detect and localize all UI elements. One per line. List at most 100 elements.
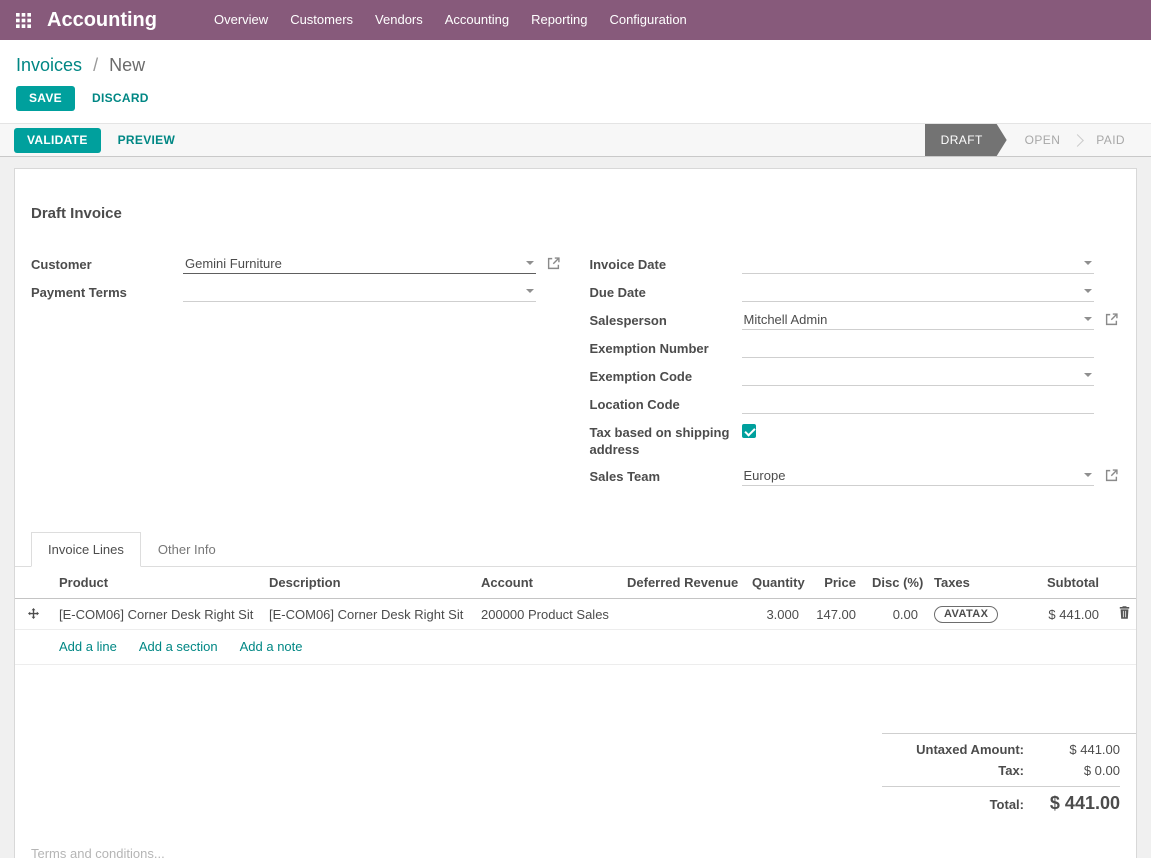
- status-draft[interactable]: DRAFT: [925, 124, 1007, 156]
- cell-product[interactable]: [E-COM06] Corner Desk Right Sit: [51, 599, 261, 630]
- field-exemption-code: Exemption Code: [590, 366, 1121, 386]
- cell-subtotal: $ 441.00: [1021, 599, 1107, 630]
- dropdown-caret-icon[interactable]: [1084, 473, 1092, 477]
- customer-label: Customer: [31, 254, 183, 274]
- form-left-column: Customer Gemini Furniture: [31, 254, 562, 494]
- add-a-line-link[interactable]: Add a line: [59, 639, 117, 654]
- document-title: Draft Invoice: [31, 205, 1120, 222]
- notebook-tabs: Invoice Lines Other Info: [15, 532, 1136, 567]
- form-statusbar: VALIDATE PREVIEW DRAFT OPEN PAID: [0, 123, 1151, 157]
- discard-button[interactable]: DISCARD: [79, 86, 162, 111]
- dropdown-caret-icon[interactable]: [526, 289, 534, 293]
- terms-and-conditions-input[interactable]: Terms and conditions...: [15, 822, 1136, 858]
- tab-invoice-lines[interactable]: Invoice Lines: [31, 532, 141, 567]
- lines-header-row: Product Description Account Deferred Rev…: [15, 567, 1137, 599]
- dropdown-caret-icon[interactable]: [1084, 261, 1092, 265]
- breadcrumb-current: New: [109, 55, 145, 75]
- cell-deferred-revenue[interactable]: [619, 599, 744, 630]
- cell-disc[interactable]: 0.00: [864, 599, 926, 630]
- external-link-icon[interactable]: [1105, 469, 1118, 482]
- invoice-date-label: Invoice Date: [590, 254, 742, 274]
- nav-item-overview[interactable]: Overview: [203, 0, 279, 40]
- col-taxes: Taxes: [926, 567, 1021, 599]
- add-a-note-link[interactable]: Add a note: [240, 639, 303, 654]
- preview-button[interactable]: PREVIEW: [105, 128, 188, 153]
- breadcrumb: Invoices / New: [16, 54, 1135, 76]
- col-price: Price: [807, 567, 864, 599]
- exemption-number-value: [744, 339, 1093, 356]
- top-navbar: Accounting Overview Customers Vendors Ac…: [0, 0, 1151, 40]
- due-date-input[interactable]: [742, 282, 1095, 302]
- field-location-code: Location Code: [590, 394, 1121, 414]
- nav-item-accounting[interactable]: Accounting: [434, 0, 520, 40]
- customer-value: Gemini Furniture: [185, 255, 520, 272]
- breadcrumb-invoices-link[interactable]: Invoices: [16, 55, 82, 75]
- notebook: Invoice Lines Other Info Product Descrip…: [15, 532, 1136, 822]
- external-link-icon[interactable]: [1105, 313, 1118, 326]
- nav-item-configuration[interactable]: Configuration: [598, 0, 697, 40]
- field-customer: Customer Gemini Furniture: [31, 254, 562, 274]
- cell-quantity[interactable]: 3.000: [744, 599, 807, 630]
- nav-item-reporting[interactable]: Reporting: [520, 0, 598, 40]
- form-right-column: Invoice Date Due Date: [590, 254, 1121, 494]
- exemption-code-input[interactable]: [742, 366, 1095, 386]
- invoice-lines-table: Product Description Account Deferred Rev…: [15, 567, 1137, 630]
- drag-handle-icon[interactable]: [28, 607, 39, 622]
- external-link-icon[interactable]: [547, 257, 560, 270]
- nav-item-customers[interactable]: Customers: [279, 0, 364, 40]
- invoice-date-input[interactable]: [742, 254, 1095, 274]
- total-row: Total: $ 441.00: [882, 786, 1120, 817]
- field-invoice-date: Invoice Date: [590, 254, 1121, 274]
- untaxed-amount-label: Untaxed Amount:: [916, 742, 1024, 757]
- cell-account[interactable]: 200000 Product Sales: [473, 599, 619, 630]
- validate-button[interactable]: VALIDATE: [14, 128, 101, 153]
- status-paid[interactable]: PAID: [1078, 124, 1143, 156]
- nav-item-vendors[interactable]: Vendors: [364, 0, 434, 40]
- exemption-number-label: Exemption Number: [590, 338, 742, 358]
- delete-line-icon[interactable]: [1119, 607, 1130, 622]
- col-deferred-revenue: Deferred Revenue: [619, 567, 744, 599]
- due-date-label: Due Date: [590, 282, 742, 302]
- apps-grid-icon[interactable]: [16, 13, 31, 28]
- untaxed-amount-value: $ 441.00: [1038, 742, 1120, 757]
- add-a-section-link[interactable]: Add a section: [139, 639, 218, 654]
- tax-shipping-checkbox[interactable]: [742, 424, 756, 438]
- col-subtotal: Subtotal: [1021, 567, 1107, 599]
- statusbar-actions: VALIDATE PREVIEW: [14, 124, 188, 156]
- customer-input[interactable]: Gemini Furniture: [183, 254, 536, 274]
- sales-team-input[interactable]: Europe: [742, 466, 1095, 486]
- cell-description[interactable]: [E-COM06] Corner Desk Right Sit: [261, 599, 473, 630]
- trash-column-header: [1107, 567, 1137, 599]
- control-panel: Invoices / New SAVE DISCARD: [0, 40, 1151, 123]
- total-value: $ 441.00: [1038, 793, 1120, 814]
- salesperson-input[interactable]: Mitchell Admin: [742, 310, 1095, 330]
- cell-taxes[interactable]: AVATAX: [926, 599, 1021, 630]
- tax-shipping-label: Tax based on shipping address: [590, 422, 742, 458]
- tax-badge[interactable]: AVATAX: [934, 606, 998, 623]
- dropdown-caret-icon[interactable]: [1084, 289, 1092, 293]
- invoice-form-sheet: Draft Invoice Customer Gemini Furniture: [14, 168, 1137, 858]
- col-product: Product: [51, 567, 261, 599]
- col-quantity: Quantity: [744, 567, 807, 599]
- cell-price[interactable]: 147.00: [807, 599, 864, 630]
- payment-terms-input[interactable]: [183, 282, 536, 302]
- status-open[interactable]: OPEN: [1007, 124, 1079, 156]
- tax-row: Tax: $ 0.00: [882, 760, 1120, 781]
- dropdown-caret-icon[interactable]: [1084, 373, 1092, 377]
- field-salesperson: Salesperson Mitchell Admin: [590, 310, 1121, 330]
- exemption-code-value: [744, 367, 1079, 384]
- col-disc: Disc (%): [864, 567, 926, 599]
- col-description: Description: [261, 567, 473, 599]
- status-pipeline: DRAFT OPEN PAID: [925, 124, 1151, 156]
- tax-value: $ 0.00: [1038, 763, 1120, 778]
- save-button[interactable]: SAVE: [16, 86, 75, 111]
- dropdown-caret-icon[interactable]: [526, 261, 534, 265]
- tax-label: Tax:: [998, 763, 1024, 778]
- app-title[interactable]: Accounting: [47, 9, 157, 32]
- location-code-input[interactable]: [742, 394, 1095, 414]
- tab-other-info[interactable]: Other Info: [141, 532, 233, 567]
- salesperson-value: Mitchell Admin: [744, 311, 1079, 328]
- dropdown-caret-icon[interactable]: [1084, 317, 1092, 321]
- exemption-number-input[interactable]: [742, 338, 1095, 358]
- untaxed-amount-row: Untaxed Amount: $ 441.00: [882, 739, 1120, 760]
